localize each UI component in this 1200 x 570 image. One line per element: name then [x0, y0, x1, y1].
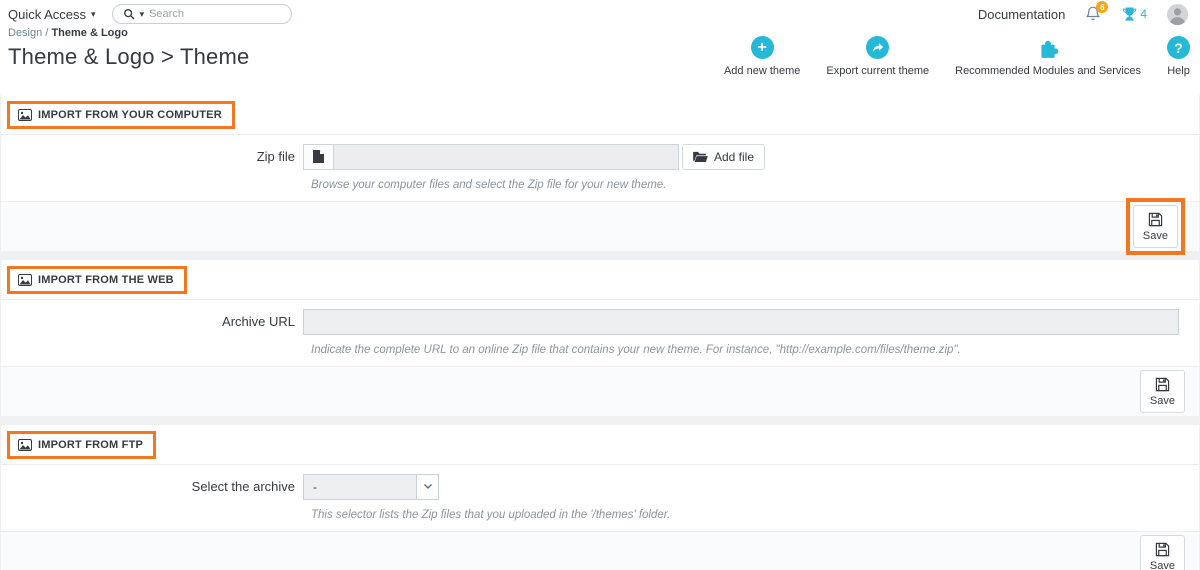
header-toolbar: + Add new theme Export current theme Rec…	[724, 27, 1192, 95]
add-file-button[interactable]: Add file	[682, 143, 766, 170]
toolbar-item-label: Help	[1167, 65, 1190, 77]
search-bar[interactable]: ▾	[111, 4, 292, 24]
top-bar: Quick Access ▾ ▾ Documentation 6 4	[0, 0, 1200, 25]
panel-title: IMPORT FROM THE WEB	[38, 273, 174, 286]
page-header: Design / Theme & Logo Theme & Logo > The…	[0, 24, 1200, 95]
picture-icon	[18, 108, 32, 121]
puzzle-icon	[1037, 36, 1059, 59]
panel-header: IMPORT FROM FTP	[1, 425, 1199, 465]
notification-badge: 6	[1096, 1, 1109, 13]
add-file-label: Add file	[714, 149, 755, 164]
breadcrumb-section[interactable]: Design	[8, 27, 42, 39]
archive-select-value: -	[313, 479, 317, 494]
zip-file-input[interactable]	[333, 143, 679, 170]
page-title: Theme & Logo > Theme	[8, 44, 250, 69]
plus-circle-icon: +	[750, 36, 774, 59]
search-input[interactable]	[149, 8, 292, 20]
save-label: Save	[1149, 395, 1175, 407]
folder-open-icon	[693, 151, 708, 162]
select-archive-help: This selector lists the Zip files that y…	[311, 509, 671, 521]
person-icon	[1169, 7, 1186, 25]
quick-access-label: Quick Access	[8, 6, 87, 22]
search-scope-caret-icon[interactable]: ▾	[140, 9, 145, 19]
highlight-box: IMPORT FROM THE WEB	[7, 265, 187, 294]
save-button[interactable]: Save	[1132, 205, 1178, 248]
panel-title: IMPORT FROM FTP	[38, 438, 144, 451]
chevron-down-icon	[416, 474, 438, 499]
panel-import-ftp: IMPORT FROM FTP Select the archive - Thi…	[0, 425, 1200, 570]
panel-footer: Save	[1, 366, 1199, 416]
picture-icon	[18, 273, 32, 286]
panel-title: IMPORT FROM YOUR COMPUTER	[38, 108, 222, 121]
highlight-box: IMPORT FROM YOUR COMPUTER	[7, 100, 235, 129]
save-button[interactable]: Save	[1139, 535, 1185, 570]
toolbar-item-label: Add new theme	[723, 65, 801, 77]
toolbar-item-label: Recommended Modules and Services	[955, 65, 1141, 77]
notifications-button[interactable]: 6	[1085, 1, 1109, 23]
floppy-icon	[1155, 542, 1170, 557]
save-label: Save	[1142, 230, 1168, 242]
archive-url-label: Archive URL	[222, 314, 295, 329]
panel-body: Select the archive - This selector lists…	[1, 465, 1199, 531]
zip-file-label: Zip file	[256, 149, 295, 164]
file-icon	[303, 143, 333, 170]
breadcrumb-separator: /	[45, 27, 49, 39]
zip-file-input-group: Add file	[303, 143, 766, 170]
search-icon	[123, 8, 135, 20]
breadcrumb: Design / Theme & Logo	[8, 27, 249, 39]
select-archive-label: Select the archive	[191, 479, 295, 494]
zip-file-help: Browse your computer files and select th…	[311, 179, 667, 191]
archive-url-input[interactable]	[303, 308, 1179, 335]
panel-body: Zip file Add file Browse your computer f…	[1, 135, 1199, 201]
panel-import-web: IMPORT FROM THE WEB Archive URL Indicate…	[0, 260, 1200, 416]
export-arrow-icon	[866, 36, 890, 59]
toolbar-item-label: Export current theme	[826, 65, 930, 77]
highlight-box: IMPORT FROM FTP	[7, 430, 157, 459]
save-label: Save	[1149, 560, 1175, 570]
avatar[interactable]	[1167, 3, 1188, 25]
breadcrumb-current: Theme & Logo	[51, 27, 128, 39]
panel-import-computer: IMPORT FROM YOUR COMPUTER Zip file Add f…	[0, 95, 1200, 255]
achievement-count: 4	[1140, 7, 1147, 21]
archive-url-help: Indicate the complete URL to an online Z…	[311, 344, 961, 356]
panel-footer: Save	[1, 198, 1199, 255]
caret-down-icon: ▾	[91, 8, 96, 19]
achievements-button[interactable]: 4	[1122, 7, 1147, 21]
panel-body: Archive URL Indicate the complete URL to…	[1, 300, 1199, 366]
panel-header: IMPORT FROM THE WEB	[1, 260, 1199, 300]
help-icon: ?	[1167, 36, 1190, 59]
save-button[interactable]: Save	[1139, 370, 1185, 413]
archive-select[interactable]: -	[303, 473, 439, 500]
recommended-modules-button[interactable]: Recommended Modules and Services	[955, 36, 1141, 77]
quick-access-menu[interactable]: Quick Access ▾	[8, 7, 96, 22]
panel-footer: Save	[1, 531, 1199, 570]
main-content: IMPORT FROM YOUR COMPUTER Zip file Add f…	[0, 95, 1200, 570]
floppy-icon	[1148, 212, 1163, 227]
floppy-icon	[1155, 377, 1170, 392]
add-new-theme-button[interactable]: + Add new theme	[724, 36, 800, 77]
highlight-box: Save	[1125, 198, 1185, 255]
help-button[interactable]: ? Help	[1167, 36, 1190, 77]
topbar-right: Documentation 6 4	[978, 1, 1188, 25]
trophy-icon	[1122, 7, 1137, 21]
documentation-link[interactable]: Documentation	[978, 7, 1065, 22]
panel-header: IMPORT FROM YOUR COMPUTER	[1, 95, 1199, 135]
export-current-theme-button[interactable]: Export current theme	[826, 36, 929, 77]
picture-icon	[18, 438, 32, 451]
